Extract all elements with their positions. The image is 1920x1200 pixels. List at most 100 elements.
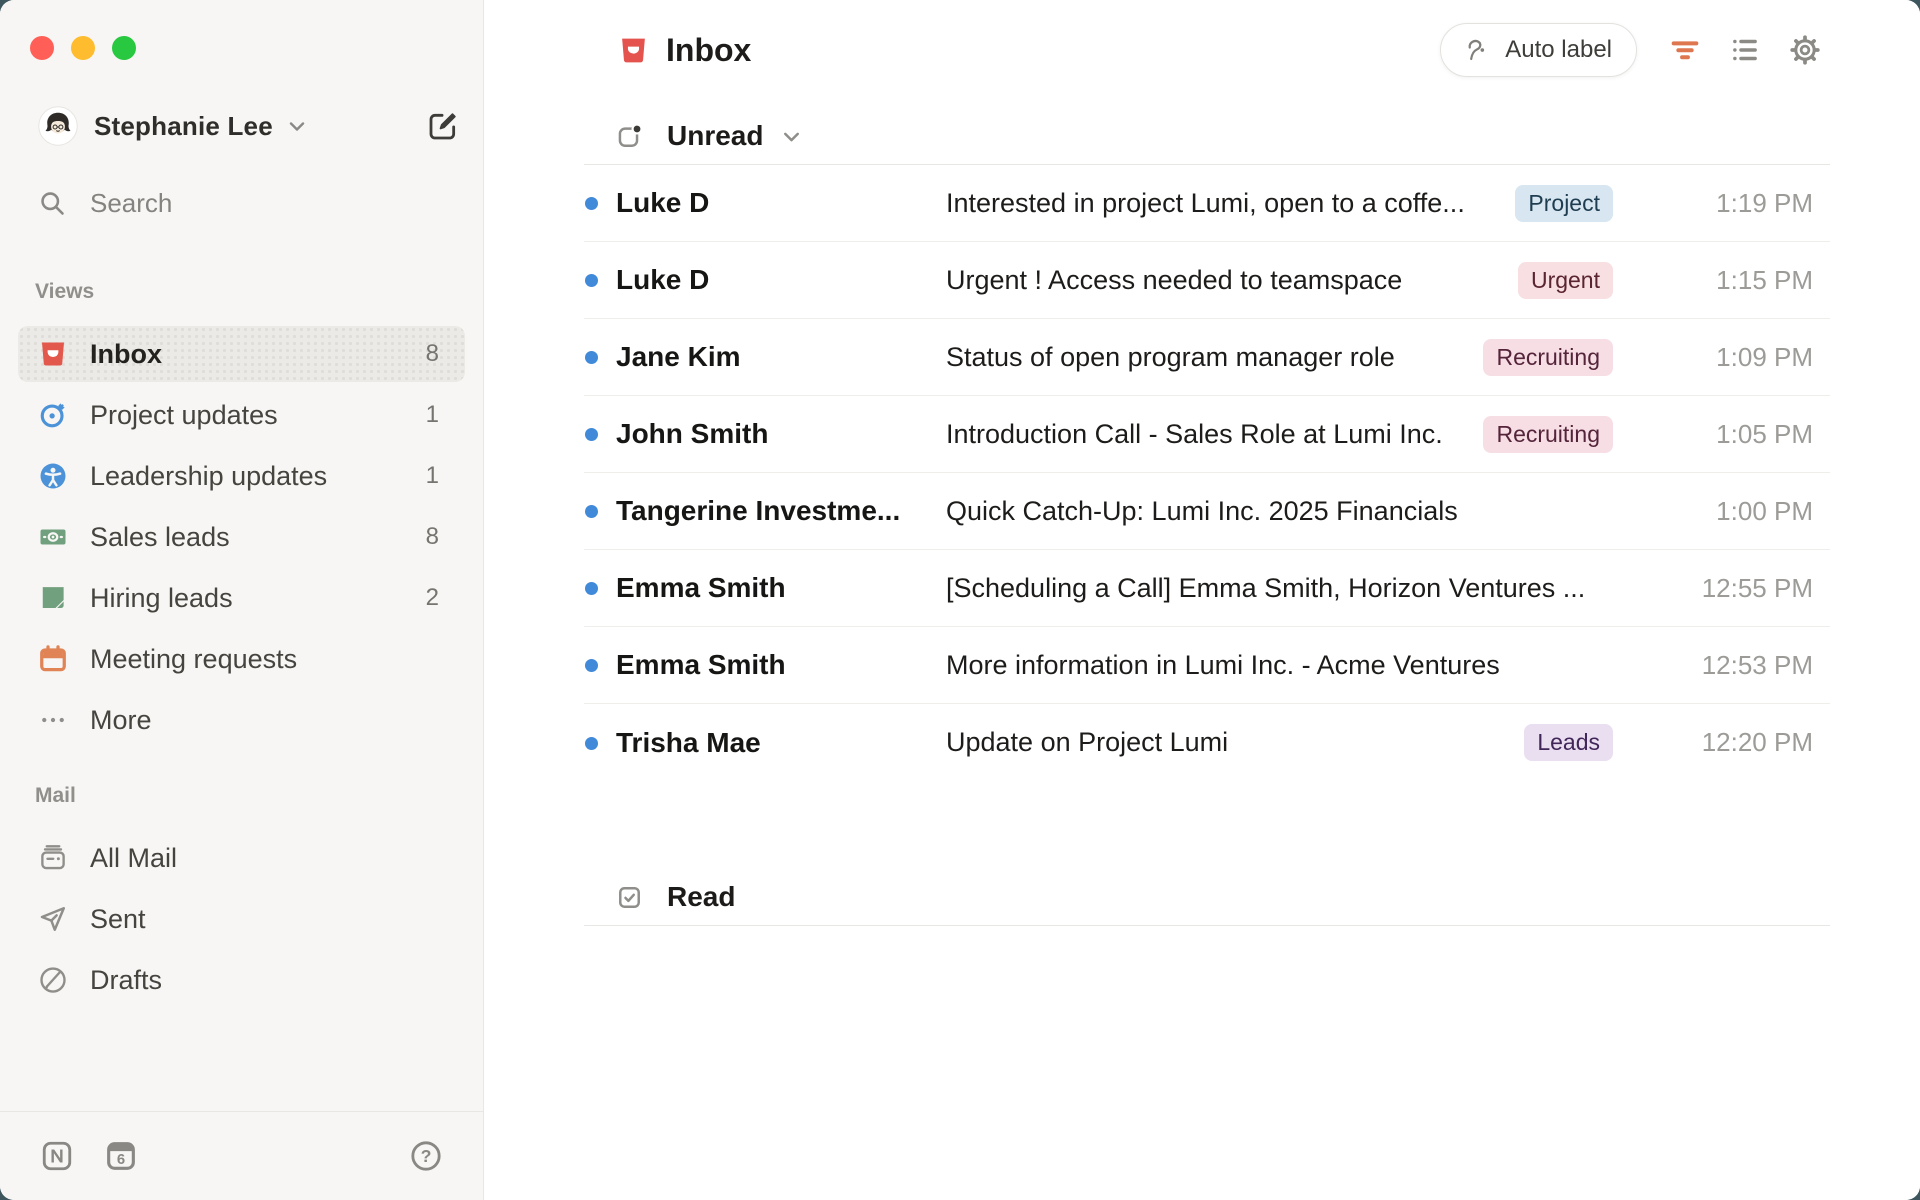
sidebar-item-label: Drafts <box>90 965 162 996</box>
email-subject: Update on Project Lumi <box>946 727 1524 758</box>
profile-row: Stephanie Lee <box>38 104 459 148</box>
email-group: Read <box>484 869 1920 926</box>
svg-text:?: ? <box>421 1146 432 1166</box>
sidebar-item-label: Hiring leads <box>90 583 233 614</box>
email-list: Unread Luke D Interested in project Lumi… <box>484 108 1920 926</box>
unread-dot-icon <box>585 659 598 672</box>
sidebar-item-hiring-leads[interactable]: Hiring leads 2 <box>18 570 465 626</box>
avatar <box>38 106 78 146</box>
close-window-button[interactable] <box>30 36 54 60</box>
app-window: Stephanie Lee Search Views Inbox 8 Proje… <box>0 0 1920 1200</box>
email-sender: Emma Smith <box>616 572 946 604</box>
email-sender: Trisha Mae <box>616 727 946 759</box>
compose-button[interactable] <box>427 110 459 142</box>
settings-button[interactable] <box>1789 34 1821 66</box>
section-label: Mail <box>35 784 483 810</box>
minimize-window-button[interactable] <box>71 36 95 60</box>
email-row[interactable]: Jane Kim Status of open program manager … <box>584 319 1830 396</box>
drafts-icon <box>38 965 68 995</box>
sidebar-item-inbox[interactable]: Inbox 8 <box>18 326 465 382</box>
notion-logo-icon[interactable] <box>40 1139 74 1173</box>
unread-status-icon <box>616 123 643 150</box>
target-icon <box>38 400 68 430</box>
divider <box>584 925 1830 926</box>
window-controls <box>30 36 136 60</box>
unread-dot-icon <box>585 197 598 210</box>
chevron-down-icon[interactable] <box>779 124 804 149</box>
email-row[interactable]: Emma Smith [Scheduling a Call] Emma Smit… <box>584 550 1830 627</box>
calendar-6-icon[interactable]: 6 <box>104 1139 138 1173</box>
email-row[interactable]: Trisha Mae Update on Project Lumi Leads … <box>584 704 1830 781</box>
main-header: Inbox Auto label <box>484 0 1920 100</box>
email-row[interactable]: John Smith Introduction Call - Sales Rol… <box>584 396 1830 473</box>
label-badge: Urgent <box>1518 262 1613 299</box>
sidebar-item-more[interactable]: More <box>18 692 465 748</box>
sidebar-item-label: Sent <box>90 904 146 935</box>
unread-dot-icon <box>585 505 598 518</box>
sidebar-item-label: Leadership updates <box>90 461 327 492</box>
email-row[interactable]: Tangerine Investme... Quick Catch-Up: Lu… <box>584 473 1830 550</box>
group-header[interactable]: Unread <box>616 108 1920 164</box>
note-icon <box>38 583 68 613</box>
help-icon[interactable]: ? <box>409 1139 443 1173</box>
user-name: Stephanie Lee <box>94 111 273 142</box>
email-time: 12:20 PM <box>1663 727 1813 758</box>
banknote-icon <box>38 522 68 552</box>
sidebar-item-meeting-requests[interactable]: Meeting requests <box>18 631 465 687</box>
group-header[interactable]: Read <box>616 869 1920 925</box>
inbox-icon <box>618 35 649 66</box>
email-sender: Emma Smith <box>616 649 946 681</box>
toolbar: Auto label <box>1440 23 1821 77</box>
email-subject: More information in Lumi Inc. - Acme Ven… <box>946 650 1663 681</box>
email-time: 1:05 PM <box>1663 419 1813 450</box>
email-subject: Introduction Call - Sales Role at Lumi I… <box>946 419 1483 450</box>
account-switcher[interactable]: Stephanie Lee <box>94 111 309 142</box>
list-view-button[interactable] <box>1729 34 1761 66</box>
label-badge: Project <box>1515 185 1613 222</box>
all-mail-icon <box>38 843 68 873</box>
sidebar-section: Views Inbox 8 Project updates 1 Leadersh… <box>0 280 483 748</box>
sidebar: Stephanie Lee Search Views Inbox 8 Proje… <box>0 0 484 1200</box>
email-subject: Status of open program manager role <box>946 342 1483 373</box>
sidebar-item-sent[interactable]: Sent <box>18 891 465 947</box>
sidebar-item-label: More <box>90 705 152 736</box>
sidebar-item-label: All Mail <box>90 843 177 874</box>
email-sender: John Smith <box>616 418 946 450</box>
sidebar-item-all-mail[interactable]: All Mail <box>18 830 465 886</box>
email-row[interactable]: Luke D Interested in project Lumi, open … <box>584 165 1830 242</box>
group-label: Read <box>667 881 735 913</box>
sidebar-item-label: Project updates <box>90 400 278 431</box>
email-row[interactable]: Luke D Urgent ! Access needed to teamspa… <box>584 242 1830 319</box>
unread-dot-icon <box>585 582 598 595</box>
sidebar-item-label: Meeting requests <box>90 644 297 675</box>
email-time: 1:00 PM <box>1663 496 1813 527</box>
calendar-icon <box>38 644 68 674</box>
person-icon <box>38 461 68 491</box>
auto-label-button[interactable]: Auto label <box>1440 23 1637 77</box>
email-time: 12:55 PM <box>1663 573 1813 604</box>
maximize-window-button[interactable] <box>112 36 136 60</box>
email-subject: Interested in project Lumi, open to a co… <box>946 188 1515 219</box>
sidebar-item-label: Inbox <box>90 339 162 370</box>
email-time: 1:15 PM <box>1663 265 1813 296</box>
search-input[interactable]: Search <box>38 186 459 220</box>
email-sender: Jane Kim <box>616 341 946 373</box>
unread-count: 1 <box>426 401 439 429</box>
email-subject: Urgent ! Access needed to teamspace <box>946 265 1518 296</box>
filter-button[interactable] <box>1669 34 1701 66</box>
label-badge: Recruiting <box>1483 416 1613 453</box>
email-subject: [Scheduling a Call] Emma Smith, Horizon … <box>946 573 1663 604</box>
label-badge: Recruiting <box>1483 339 1613 376</box>
sidebar-item-drafts[interactable]: Drafts <box>18 952 465 1008</box>
auto-label-lasso-icon <box>1465 37 1492 64</box>
unread-count: 2 <box>426 584 439 612</box>
unread-dot-icon <box>585 351 598 364</box>
sidebar-nav: Views Inbox 8 Project updates 1 Leadersh… <box>0 280 483 1008</box>
sidebar-item-sales-leads[interactable]: Sales leads 8 <box>18 509 465 565</box>
sidebar-item-project-updates[interactable]: Project updates 1 <box>18 387 465 443</box>
email-subject: Quick Catch-Up: Lumi Inc. 2025 Financial… <box>946 496 1663 527</box>
page-title: Inbox <box>666 32 751 69</box>
email-row[interactable]: Emma Smith More information in Lumi Inc.… <box>584 627 1830 704</box>
sidebar-item-leadership-updates[interactable]: Leadership updates 1 <box>18 448 465 504</box>
checked-checkbox-icon <box>616 884 643 911</box>
